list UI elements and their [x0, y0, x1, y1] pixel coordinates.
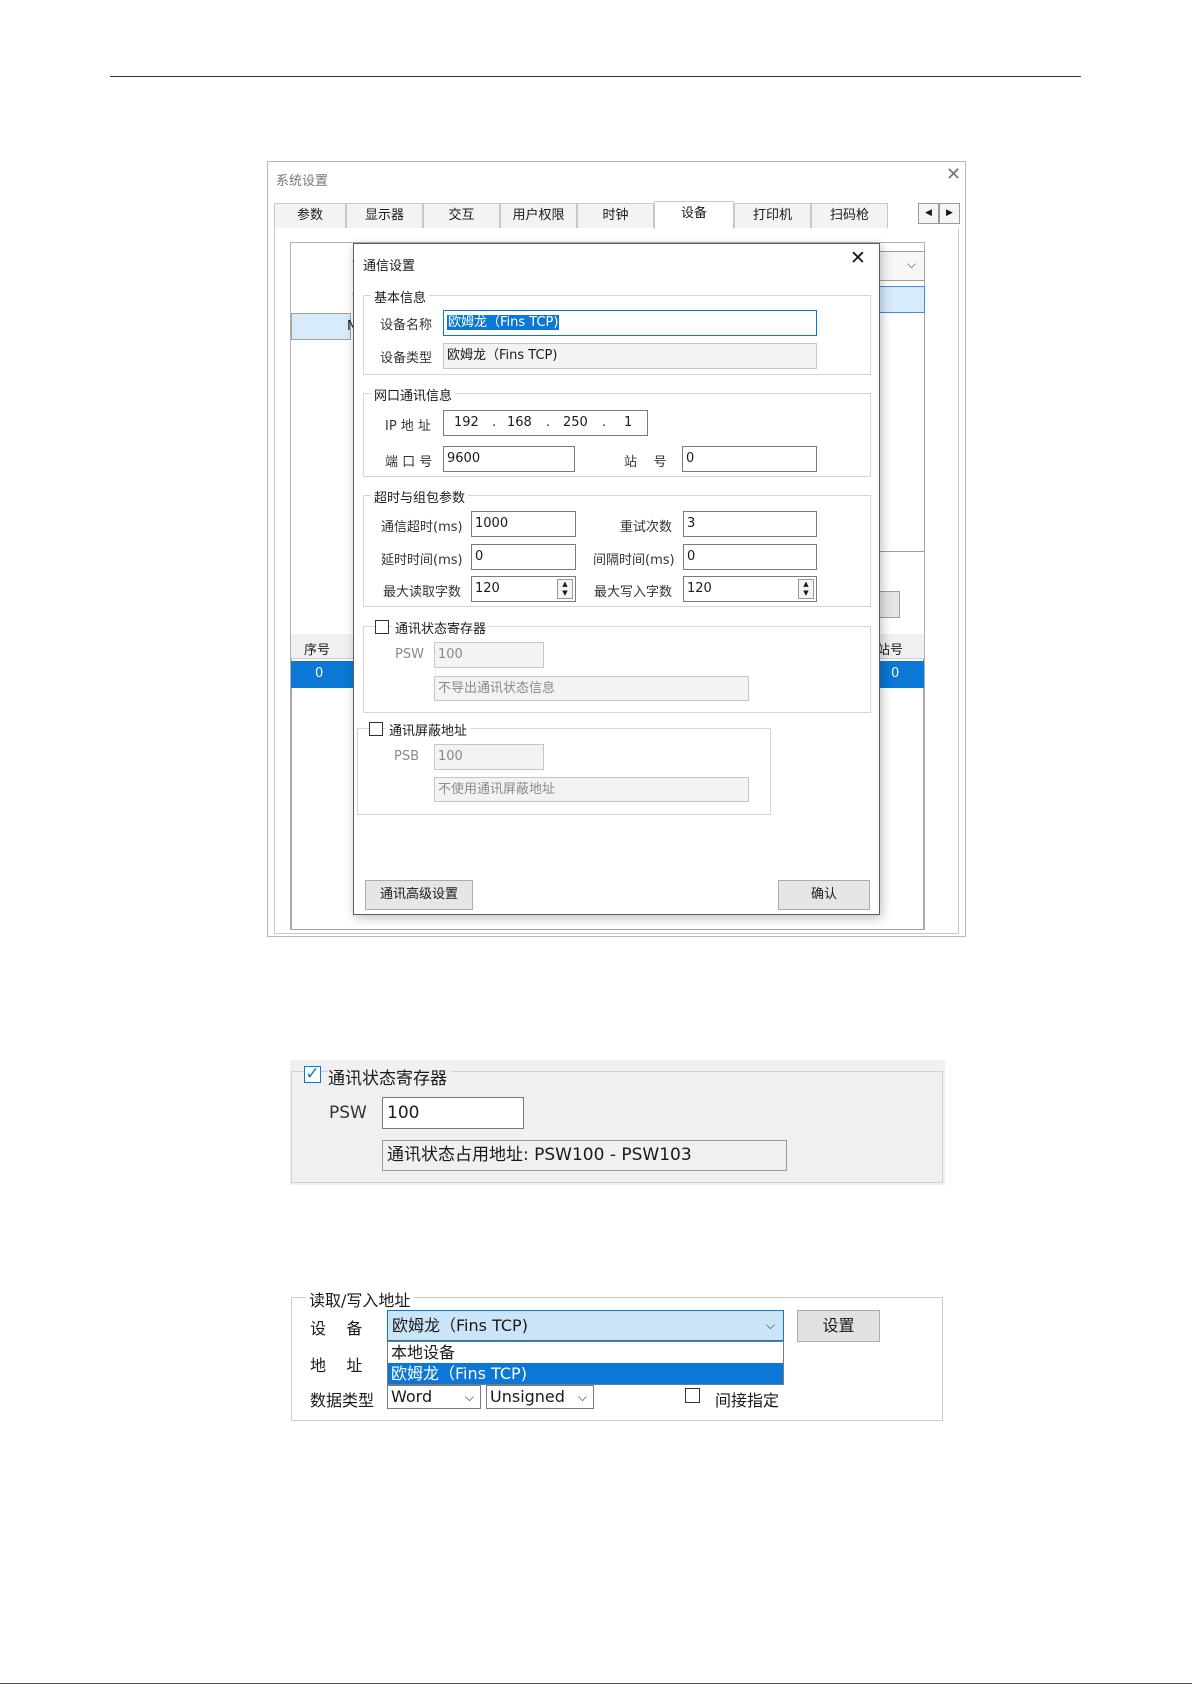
dropdown-option-local[interactable]: 本地设备	[388, 1342, 783, 1363]
group-label: 网口通讯信息	[371, 385, 456, 404]
device-type-label: 设备类型	[380, 351, 433, 366]
close-icon[interactable]: ✕	[850, 249, 866, 268]
tab-user-permissions[interactable]: 用户权限	[500, 203, 577, 228]
chevron-down-icon: ⌵	[464, 1390, 474, 1404]
chevron-down-icon: ⌵	[765, 1318, 775, 1332]
tab-device[interactable]: 设备	[654, 201, 734, 229]
device-name-label: 设备名称	[380, 318, 433, 333]
window-title: 系统设置	[276, 174, 329, 189]
status-register-checkbox[interactable]: ✓	[304, 1066, 321, 1083]
advanced-settings-button[interactable]: 通讯高级设置	[365, 880, 473, 910]
tab-scanner[interactable]: 扫码枪	[811, 203, 888, 228]
retry-label: 重试次数	[620, 520, 673, 535]
status-register-checkbox[interactable]	[375, 620, 389, 634]
port-input[interactable]: 9600	[443, 446, 575, 472]
chevron-down-icon: ⌵	[577, 1390, 587, 1404]
confirm-button[interactable]: 确认	[778, 880, 870, 910]
group-label: 读取/写入地址	[306, 1287, 414, 1311]
dialog-title: 通信设置	[363, 259, 416, 274]
tab-interaction[interactable]: 交互	[423, 203, 500, 228]
ip-octet: 1	[624, 415, 633, 430]
status-register-panel: ✓ 通讯状态寄存器 PSW 100 通讯状态占用地址: PSW100 - PSW…	[290, 1060, 945, 1185]
dropdown-option-omron[interactable]: 欧姆龙（Fins TCP)	[388, 1363, 783, 1384]
max-write-label: 最大写入字数	[594, 585, 673, 600]
tab-scroll-left-icon[interactable]: ◀	[918, 203, 939, 224]
comm-settings-dialog: 通信设置 ✕ 基本信息 设备名称 欧姆龙（Fins TCP) 设备类型 欧姆龙（…	[353, 243, 880, 915]
table-cell-station: 0	[891, 666, 900, 681]
status-register-label: 通讯状态寄存器	[392, 618, 490, 637]
tab-clock[interactable]: 时钟	[577, 203, 654, 228]
indirect-label: 间接指定	[715, 1391, 780, 1410]
sign-type-select[interactable]: Unsigned ⌵	[486, 1385, 594, 1409]
tab-params[interactable]: 参数	[274, 203, 346, 228]
port-label: 端 口 号	[385, 455, 433, 470]
ip-dot: .	[602, 415, 607, 430]
tab-display[interactable]: 显示器	[346, 203, 423, 228]
column-header-index: 序号	[304, 643, 331, 658]
tab-scroll-right-icon[interactable]: ▶	[939, 203, 960, 224]
delay-input[interactable]: 0	[471, 544, 576, 570]
device-dropdown-list: 本地设备 欧姆龙（Fins TCP)	[387, 1341, 784, 1385]
device-list-selected-row[interactable]	[291, 313, 351, 340]
station-input[interactable]: 0	[682, 446, 817, 472]
settings-button[interactable]: 设置	[797, 1310, 880, 1342]
interval-label: 间隔时间(ms)	[593, 553, 675, 568]
psw-label: PSW	[329, 1103, 367, 1123]
psb-input[interactable]: 100	[434, 744, 544, 770]
comm-timeout-label: 通信超时(ms)	[381, 520, 463, 535]
psw-input[interactable]: 100	[382, 1097, 524, 1129]
read-write-address-panel: 读取/写入地址 设 备 欧姆龙（Fins TCP) ⌵ 设置 地 址 本地设备 …	[290, 1285, 945, 1422]
device-select[interactable]: 欧姆龙（Fins TCP) ⌵	[387, 1310, 784, 1341]
group-label: 基本信息	[371, 287, 430, 306]
ip-address-input[interactable]: 192 . 168 . 250 . 1	[443, 410, 648, 436]
max-read-label: 最大读取字数	[383, 585, 462, 600]
group-label: 超时与组包参数	[371, 487, 469, 506]
data-type-select[interactable]: Word ⌵	[387, 1385, 481, 1409]
max-read-input[interactable]: 120 ▲ ▼	[471, 576, 576, 602]
retry-input[interactable]: 3	[683, 511, 817, 537]
psw-label: PSW	[395, 647, 424, 662]
indirect-checkbox[interactable]	[685, 1388, 700, 1403]
page-header-rule	[110, 76, 1081, 77]
interval-input[interactable]: 0	[683, 544, 817, 570]
ip-octet: 250	[563, 415, 588, 430]
ip-dot: .	[492, 415, 497, 430]
column-header-station: 站号	[877, 643, 904, 658]
data-type-label: 数据类型	[310, 1391, 375, 1410]
spinner-icon[interactable]: ▲ ▼	[557, 579, 573, 599]
ip-octet: 168	[507, 415, 532, 430]
mask-address-checkbox[interactable]	[369, 722, 383, 736]
comm-timeout-input[interactable]: 1000	[471, 511, 576, 537]
chevron-down-icon: ⌵	[906, 257, 916, 271]
close-icon[interactable]: ✕	[946, 166, 961, 184]
mask-address-label: 通讯屏蔽地址	[386, 720, 471, 739]
station-label: 站 号	[624, 455, 667, 470]
page-footer-rule	[0, 1683, 1192, 1684]
psw-input[interactable]: 100	[434, 642, 544, 668]
device-label: 设 备	[310, 1319, 363, 1338]
status-register-info: 不导出通讯状态信息	[434, 676, 749, 701]
mask-address-info: 不使用通讯屏蔽地址	[434, 777, 749, 802]
ip-address-label: IP 地 址	[385, 419, 431, 434]
max-write-input[interactable]: 120 ▲ ▼	[683, 576, 817, 602]
status-register-info: 通讯状态占用地址: PSW100 - PSW103	[382, 1140, 787, 1171]
device-name-input[interactable]: 欧姆龙（Fins TCP)	[443, 310, 817, 336]
device-type-field: 欧姆龙（Fins TCP)	[443, 343, 817, 369]
check-icon: ✓	[305, 1064, 320, 1084]
tab-scroll-buttons: ◀ ▶	[918, 203, 960, 224]
status-register-label: 通讯状态寄存器	[328, 1064, 451, 1089]
address-label: 地 址	[310, 1356, 363, 1375]
table-cell-index: 0	[315, 666, 324, 681]
delay-label: 延时时间(ms)	[381, 553, 463, 568]
psb-label: PSB	[394, 749, 420, 764]
spinner-icon[interactable]: ▲ ▼	[798, 579, 814, 599]
tab-printer[interactable]: 打印机	[734, 203, 811, 228]
ip-octet: 192	[454, 415, 479, 430]
ip-dot: .	[546, 415, 551, 430]
